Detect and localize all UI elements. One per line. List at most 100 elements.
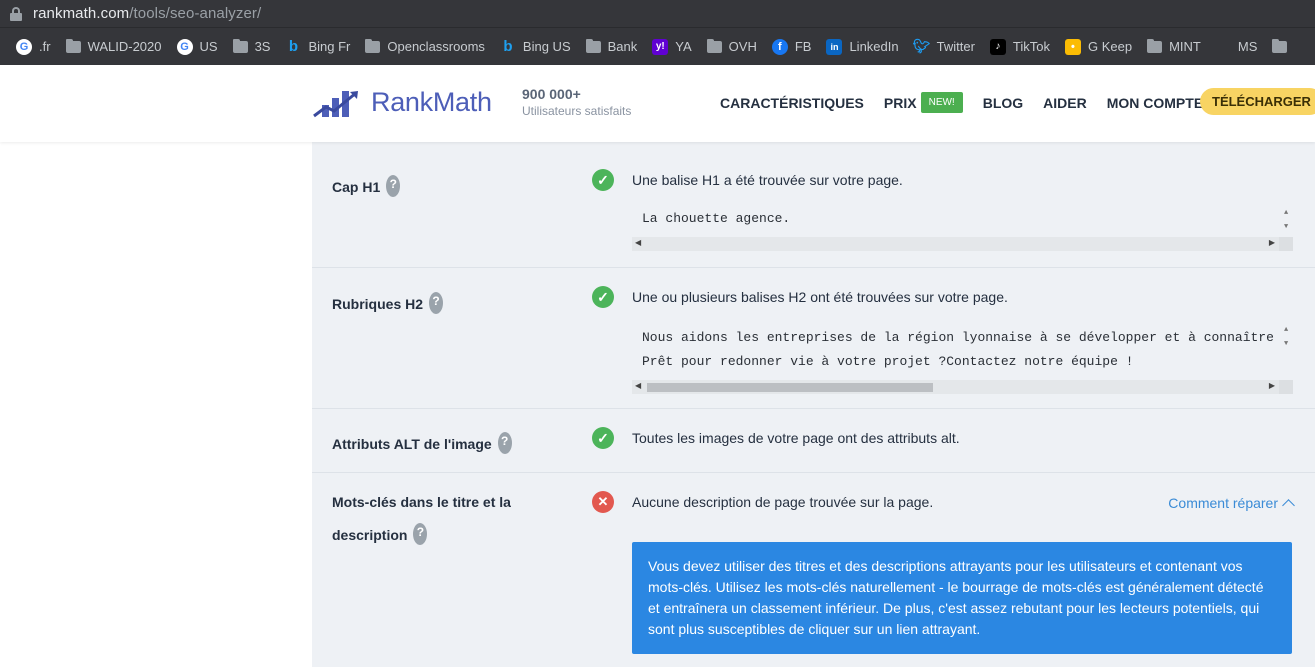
bookmark-label: YA bbox=[675, 39, 692, 54]
h1-code-box[interactable]: La chouette agence. ▲ ▼ ◀ ▶ bbox=[632, 207, 1293, 251]
check-row-h2: Rubriques H2? ✓ Une ou plusieurs balises… bbox=[312, 268, 1315, 409]
nav-help[interactable]: AIDER bbox=[1043, 95, 1087, 111]
nav-account[interactable]: MON COMPTE bbox=[1107, 95, 1203, 111]
analyzer-results: Cap H1? ✓ Une balise H1 a été trouvée su… bbox=[312, 142, 1315, 667]
bookmark-label: G Keep bbox=[1087, 39, 1133, 54]
rankmath-logo-icon bbox=[313, 91, 358, 118]
check-title-text: Rubriques H2 bbox=[332, 296, 424, 312]
main-nav: CARACTÉRISTIQUES PRIX NEW! BLOG AIDER MO… bbox=[720, 88, 1315, 115]
brand-name: RankMath bbox=[371, 86, 492, 117]
pass-check-icon: ✓ bbox=[592, 286, 614, 308]
bookmarks-bar: G .fr WALID-2020 G US 3S b Bing Fr Openclas… bbox=[0, 27, 1315, 65]
folder-icon bbox=[65, 38, 81, 53]
bookmark-item[interactable]: y! YA bbox=[652, 38, 692, 55]
site-header: RankMath 900 000+ Utilisateurs satisfait… bbox=[0, 65, 1315, 142]
new-badge: NEW! bbox=[920, 92, 963, 113]
chevron-up-icon bbox=[1282, 499, 1295, 512]
nav-features[interactable]: CARACTÉRISTIQUES bbox=[720, 95, 864, 111]
folder-icon bbox=[232, 38, 248, 53]
google-icon: G bbox=[16, 38, 32, 55]
check-title-text: description bbox=[332, 527, 408, 543]
lock-icon bbox=[10, 6, 22, 21]
scroll-up-icon: ▲ bbox=[1284, 326, 1289, 334]
linkedin-icon: in bbox=[826, 38, 843, 55]
how-to-fix-toggle[interactable]: Comment réparer bbox=[1168, 495, 1295, 512]
scroll-thumb[interactable] bbox=[647, 383, 933, 392]
url-path: /tools/seo-analyzer/ bbox=[129, 5, 262, 22]
bookmark-item[interactable]: Openclassrooms bbox=[365, 38, 485, 54]
nav-pricing-wrap: PRIX NEW! bbox=[884, 92, 963, 113]
bookmark-item[interactable]: MINT bbox=[1147, 38, 1201, 54]
scroll-up-icon: ▲ bbox=[1284, 209, 1289, 217]
help-icon[interactable]: ? bbox=[386, 175, 401, 198]
address-bar[interactable]: rankmath.com/tools/seo-analyzer/ bbox=[0, 0, 1315, 27]
scroll-down-icon: ▼ bbox=[1284, 223, 1289, 231]
bookmark-label: US bbox=[199, 39, 218, 54]
how-to-fix-label: Comment réparer bbox=[1168, 495, 1278, 511]
google-icon: G bbox=[176, 38, 193, 55]
bookmark-item[interactable]: f FB bbox=[771, 38, 812, 55]
check-title-text: Mots-clés dans le titre et la bbox=[332, 494, 511, 510]
horizontal-scrollbar[interactable]: ◀ ▶ bbox=[632, 380, 1293, 394]
bookmark-item[interactable]: ♪ TikTok bbox=[989, 38, 1050, 55]
code-line: Nous aidons les entreprises de la région… bbox=[642, 330, 1274, 345]
rankmath-logo[interactable]: RankMath bbox=[312, 85, 492, 119]
bookmark-item[interactable]: 🐦︎ Twitter bbox=[913, 38, 975, 55]
google-keep-icon: • bbox=[1064, 38, 1081, 55]
check-message: Une balise H1 a été trouvée sur votre pa… bbox=[632, 172, 903, 188]
pass-check-icon: ✓ bbox=[592, 169, 614, 191]
check-title-text: Attributs ALT de l'image bbox=[332, 436, 492, 452]
users-label: Utilisateurs satisfaits bbox=[522, 104, 632, 118]
bookmark-label: 3S bbox=[254, 39, 271, 54]
nav-pricing[interactable]: PRIX bbox=[884, 95, 917, 111]
bookmark-item[interactable]: b Bing US bbox=[500, 38, 570, 55]
url-text[interactable]: rankmath.com/tools/seo-analyzer/ bbox=[33, 5, 261, 22]
horizontal-scrollbar[interactable]: ◀ ▶ bbox=[632, 237, 1293, 251]
microsoft-icon bbox=[1216, 39, 1231, 54]
bookmark-label: MINT bbox=[1169, 39, 1201, 54]
bing-icon: b bbox=[503, 38, 513, 55]
bookmark-item[interactable]: in LinkedIn bbox=[826, 38, 899, 55]
bookmark-item[interactable]: G US bbox=[176, 38, 218, 55]
tiktok-icon: ♪ bbox=[989, 38, 1006, 55]
bookmark-item[interactable]: b Bing Fr bbox=[285, 38, 351, 55]
users-count: 900 000+ bbox=[522, 86, 581, 102]
scroll-left-icon: ◀ bbox=[635, 382, 642, 391]
scroll-down-icon: ▼ bbox=[1284, 340, 1289, 348]
bookmark-item[interactable]: 3S bbox=[232, 38, 271, 54]
check-row-alt: Attributs ALT de l'image? ✓ Toutes les i… bbox=[312, 409, 1315, 473]
h2-code-box[interactable]: Nous aidons les entreprises de la région… bbox=[632, 324, 1293, 394]
pass-check-icon: ✓ bbox=[592, 427, 614, 449]
scroll-right-icon: ▶ bbox=[1268, 239, 1275, 248]
help-icon[interactable]: ? bbox=[413, 523, 428, 546]
check-title: Cap H1? bbox=[332, 171, 401, 204]
code-line: Prêt pour redonner vie à votre projet ?C… bbox=[642, 354, 1134, 369]
fail-x-icon: ✕ bbox=[592, 491, 614, 513]
code-line: La chouette agence. bbox=[642, 211, 791, 226]
help-icon[interactable]: ? bbox=[429, 292, 444, 315]
help-icon[interactable]: ? bbox=[497, 432, 512, 455]
bookmark-item[interactable]: OVH bbox=[706, 38, 757, 54]
bookmark-item[interactable]: MS bbox=[1216, 39, 1258, 54]
bookmark-item[interactable]: WALID-2020 bbox=[65, 38, 162, 54]
bookmark-label: OVH bbox=[728, 39, 757, 54]
bookmark-label: WALID-2020 bbox=[87, 39, 162, 54]
folder-icon bbox=[585, 38, 601, 53]
bookmark-item[interactable]: Bank bbox=[585, 38, 638, 54]
download-button[interactable]: TÉLÉCHARGER bbox=[1200, 88, 1315, 115]
folder-icon bbox=[1147, 38, 1163, 53]
bookmark-item[interactable]: G .fr bbox=[16, 38, 51, 55]
bookmark-label: FB bbox=[794, 39, 812, 54]
folder-icon bbox=[1272, 38, 1288, 53]
folder-icon bbox=[706, 38, 722, 53]
nav-blog[interactable]: BLOG bbox=[983, 95, 1023, 111]
users-counter: 900 000+ Utilisateurs satisfaits bbox=[522, 86, 631, 118]
bookmark-label: Bank bbox=[607, 39, 638, 54]
bookmark-label: MS bbox=[1237, 39, 1258, 54]
bookmark-item[interactable] bbox=[1272, 38, 1294, 53]
bookmark-item[interactable]: • G Keep bbox=[1064, 38, 1133, 55]
check-title: Rubriques H2? bbox=[332, 288, 444, 321]
check-row-keywords: Mots-clés dans le titre et la descriptio… bbox=[312, 473, 1315, 667]
check-message: Aucune description de page trouvée sur l… bbox=[632, 494, 934, 510]
fix-info-box: Vous devez utiliser des titres et des de… bbox=[632, 542, 1292, 654]
